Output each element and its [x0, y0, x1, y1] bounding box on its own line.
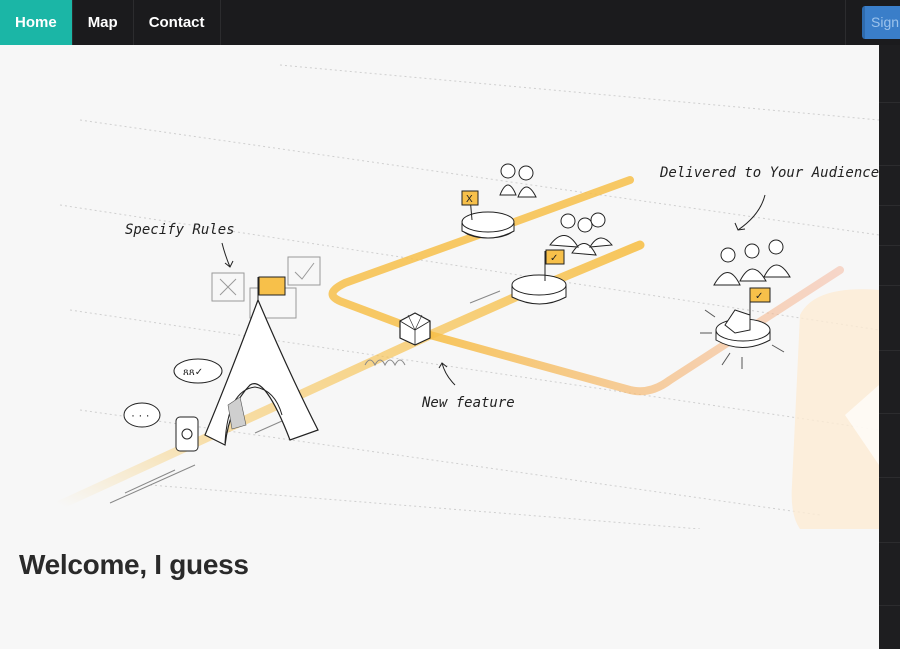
- rail-divider: [879, 165, 900, 166]
- hero-illustration: · · · ጸጸ✓ X ✓ ✓ Specify Rules New featur…: [0, 45, 879, 529]
- rail-divider: [879, 285, 900, 286]
- annotation-specify-rules: Specify Rules: [125, 222, 235, 238]
- gear-icon: [175, 416, 199, 452]
- nav-contact-label: Contact: [148, 14, 205, 31]
- speech-bubbles: · · · ጸጸ✓: [123, 358, 223, 428]
- svg-text:X: X: [466, 194, 473, 205]
- annotation-new-feature: New feature: [421, 395, 515, 411]
- rail-divider: [879, 542, 900, 543]
- page-title: Welcome, I guess: [19, 549, 249, 580]
- svg-text:· · ·: · · ·: [131, 408, 150, 422]
- rail-divider: [879, 102, 900, 103]
- nav-home[interactable]: Home: [0, 0, 73, 45]
- rail-divider: [879, 245, 900, 246]
- rail-divider: [879, 605, 900, 606]
- top-navbar: Home Map Contact Sign: [0, 0, 900, 45]
- annotation-delivered: Delivered to Your Audience: [659, 165, 879, 181]
- rail-divider: [879, 477, 900, 478]
- signin-button[interactable]: Sign: [862, 6, 900, 39]
- rail-divider: [879, 350, 900, 351]
- rail-divider: [879, 413, 900, 414]
- svg-text:ጸጸ✓: ጸጸ✓: [183, 367, 203, 378]
- svg-text:✓: ✓: [755, 291, 763, 302]
- nav-map-label: Map: [87, 14, 118, 31]
- svg-text:✓: ✓: [550, 253, 558, 264]
- nav-map[interactable]: Map: [73, 0, 134, 45]
- hero-illustration-svg: · · · ጸጸ✓ X ✓ ✓ Specify Rules New featur…: [55, 64, 879, 529]
- right-sidebar-rail: [879, 45, 900, 649]
- nav-right-area: Sign: [845, 0, 900, 45]
- platform-rejected: X: [461, 163, 537, 239]
- nav-home-label: Home: [15, 14, 57, 31]
- signin-label: Sign: [871, 14, 900, 30]
- feature-gem-icon: [399, 312, 431, 346]
- tent-icon: [204, 276, 319, 446]
- rail-divider: [879, 205, 900, 206]
- nav-contact[interactable]: Contact: [134, 0, 221, 45]
